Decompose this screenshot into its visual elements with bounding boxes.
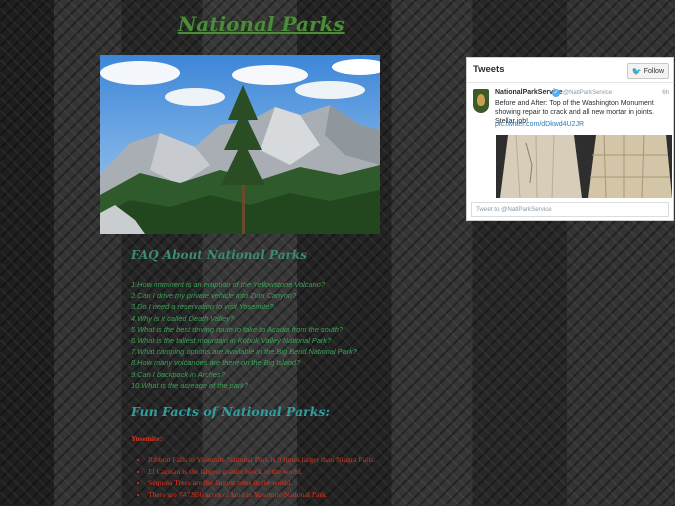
twitter-bird-icon: 🐦 bbox=[631, 66, 642, 76]
follow-button[interactable]: 🐦 Follow bbox=[626, 63, 669, 79]
tweet-timestamp[interactable]: 6h bbox=[662, 90, 669, 96]
nps-avatar[interactable] bbox=[473, 89, 489, 113]
fun-fact-item: Sequoia Trees are the largest trees in t… bbox=[148, 477, 375, 489]
tweet-reply-box[interactable]: Tweet to @NatlParkService bbox=[471, 202, 669, 217]
faq-list: 1.How imminent is an eruption of the Yel… bbox=[131, 279, 357, 391]
verified-badge-icon: ✓ bbox=[552, 89, 560, 97]
yosemite-section-label: Yosemite: bbox=[131, 434, 163, 443]
fun-facts-heading: Fun Facts of National Parks: bbox=[131, 404, 331, 419]
faq-item: 10.What is the acreage of the park? bbox=[131, 380, 249, 390]
monument-photo bbox=[496, 135, 672, 198]
fun-fact-item: El Capitan is the largest granite block … bbox=[148, 466, 375, 478]
faq-item: 6.What is the tallest mountain in Kobuk … bbox=[131, 336, 332, 346]
tweet-media-image[interactable] bbox=[496, 135, 672, 198]
faq-item: 8.How many volcanoes are there on the Bi… bbox=[131, 358, 301, 368]
twitter-timeline-widget[interactable]: Tweets 🐦 Follow NationalParkService ✓ @N… bbox=[466, 57, 674, 221]
fun-fact-item: Ribbon Falls in Yosemite National Park i… bbox=[148, 454, 375, 466]
faq-item: 2.Can I drive my private vehicle into Zi… bbox=[131, 291, 297, 301]
follow-label: Follow bbox=[643, 67, 664, 75]
faq-item: 9.Can I backpack in Arches? bbox=[131, 369, 225, 379]
yosemite-landscape-image bbox=[100, 55, 380, 234]
faq-item: 3.Do I need a reservation to visit Yosem… bbox=[131, 302, 274, 312]
tweet-media-link[interactable]: pic.twitter.com/dDkwd4U2JR bbox=[495, 121, 584, 128]
faq-item: 7.What camping options are available in … bbox=[131, 347, 357, 357]
fun-facts-list: Ribbon Falls in Yosemite National Park i… bbox=[134, 454, 375, 500]
faq-heading: FAQ About National Parks bbox=[131, 248, 307, 262]
tweets-heading: Tweets bbox=[473, 64, 505, 75]
tweet-author-handle[interactable]: @NatlParkService bbox=[563, 90, 612, 96]
fun-fact-item: There are 747,956 acres of land in Yosem… bbox=[148, 489, 375, 501]
faq-item: 1.How imminent is an eruption of the Yel… bbox=[131, 280, 325, 289]
faq-item: 4.Why is it called Death Valley? bbox=[131, 313, 235, 323]
page-title: National Parks bbox=[178, 12, 345, 36]
twitter-widget-header: Tweets 🐦 Follow bbox=[467, 58, 673, 83]
faq-item: 5.What is the best driving route to take… bbox=[131, 324, 344, 334]
landscape-illustration bbox=[100, 55, 380, 234]
